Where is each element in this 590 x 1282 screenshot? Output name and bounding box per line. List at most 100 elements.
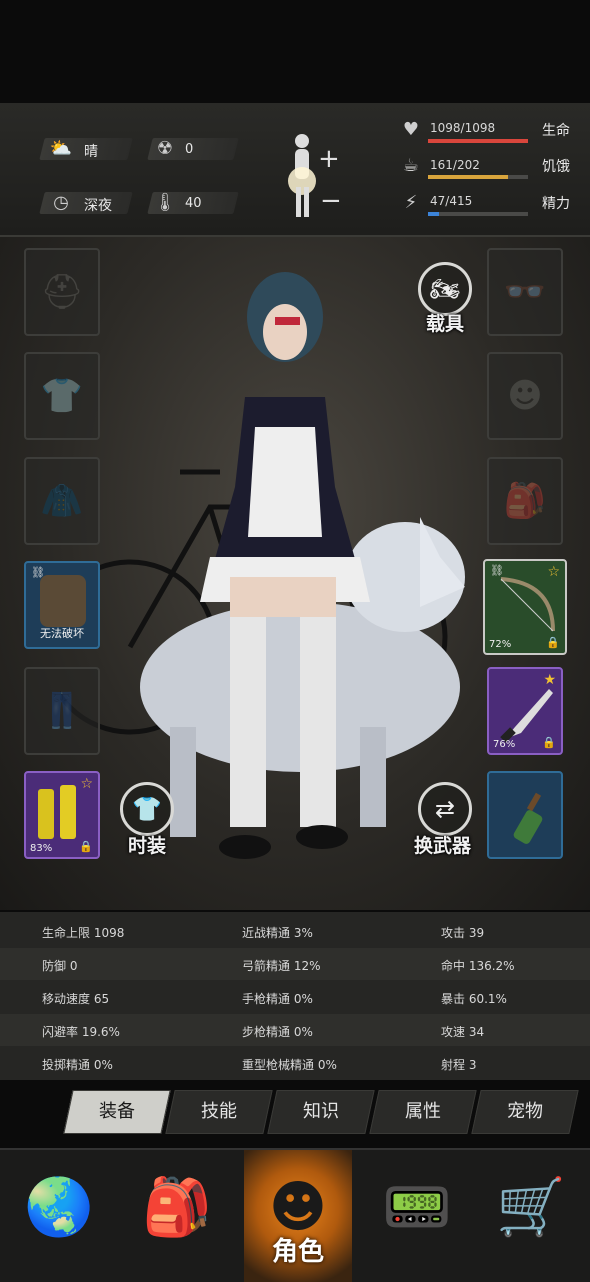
stats-row: 投掷精通 0% 重型枪械精通 0% 射程 3 [0, 1047, 590, 1079]
backpack-icon: 🎒 [142, 1175, 212, 1240]
melee-weapon-slot[interactable]: ★ 76% 🔒 [487, 667, 563, 755]
stat-cell: 防御 0 [42, 959, 78, 973]
pouch-icon: 🎒 [503, 481, 547, 521]
boot-right-icon [60, 785, 76, 839]
stats-row: 移动速度 65 手枪精通 0% 暴击 60.1% [0, 981, 590, 1013]
character-head-icon: ☻ [268, 1175, 328, 1240]
stats-row: 生命上限 1098 近战精通 3% 攻击 39 [0, 915, 590, 947]
globe-map-icon: 🌏 [24, 1175, 94, 1240]
stat-cell: 攻速 34 [441, 1025, 485, 1039]
clock-icon: ◷ [53, 192, 69, 213]
pants-slot[interactable]: 👖 [24, 667, 100, 755]
lightning-icon: ⚡ [404, 192, 418, 213]
outfit-label: 时装 [128, 835, 167, 857]
helmet-slot[interactable]: ⛑ [24, 248, 100, 336]
time-value: 深夜 [84, 198, 112, 214]
lock-icon: 🔒 [79, 840, 93, 853]
walkie-talkie-icon: 📟 [382, 1175, 452, 1240]
swap-weapon-label: 换武器 [414, 835, 472, 857]
tab-label: 宠物 [507, 1101, 543, 1122]
stomach-icon: ☕ [402, 155, 420, 176]
mask-slot[interactable]: ☻ [487, 352, 563, 440]
stat-cell: 弓箭精通 12% [242, 959, 321, 973]
jacket-slot[interactable]: 🧥 [24, 457, 100, 545]
boots-durability: 83% [30, 843, 53, 854]
temperature-value: 40 [185, 196, 202, 211]
stats-row: 闪避率 19.6% 步枪精通 0% 攻速 34 [0, 1014, 590, 1046]
stats-row: 防御 0 弓箭精通 12% 命中 136.2% [0, 948, 590, 980]
sun-cloud-icon: ⛅ [49, 138, 73, 159]
health-bar [428, 139, 528, 143]
tab-bar: 装备 技能 知识 属性 宠物 [62, 1090, 582, 1136]
tab-skills[interactable]: 技能 [165, 1090, 273, 1134]
stat-cell: 移动速度 65 [42, 992, 110, 1006]
ranged-weapon-slot[interactable]: ⛓ ☆ 72% 🔒 [483, 559, 567, 655]
molotov-icon [513, 792, 543, 844]
nav-shop-button[interactable]: 🛒 [472, 1150, 590, 1282]
star-icon: ☆ [80, 776, 93, 792]
nav-character-label: 角色 [271, 1237, 324, 1267]
tab-pets[interactable]: 宠物 [471, 1090, 579, 1134]
boot-left-icon [38, 789, 54, 839]
glasses-slot[interactable]: 👓 [487, 248, 563, 336]
hunger-value: 161/202 [430, 158, 480, 172]
stat-cell: 重型枪械精通 0% [242, 1058, 337, 1072]
nav-character-button[interactable]: ☻ 角色 [244, 1150, 352, 1282]
swap-weapon-button[interactable]: ⇄ [418, 782, 472, 836]
bow-icon [500, 577, 555, 632]
stat-cell: 命中 136.2% [441, 959, 515, 973]
energy-label: 精力 [542, 196, 570, 212]
machete-icon [500, 689, 553, 743]
tab-knowledge[interactable]: 知识 [267, 1090, 375, 1134]
tab-label: 属性 [405, 1101, 441, 1122]
stat-cell: 射程 3 [441, 1058, 477, 1072]
energy-value: 47/415 [430, 194, 473, 208]
lock-icon: 🔒 [546, 636, 560, 649]
weather-value: 晴 [84, 144, 98, 160]
heart-icon: ♥ [402, 119, 420, 140]
health-label: 生命 [542, 123, 570, 139]
energy-bar [428, 212, 528, 216]
tab-label: 知识 [303, 1101, 339, 1122]
outfit-button[interactable]: 👕 [120, 782, 174, 836]
bottom-nav: 🌏 🎒 ☻ 角色 📟 🛒 [0, 1148, 590, 1282]
tshirt-icon: 👕 [40, 376, 84, 416]
health-value: 1098/1098 [430, 121, 496, 135]
throwable-slot[interactable] [487, 771, 563, 859]
radiation-icon: ☢ [156, 138, 174, 159]
body-status-button[interactable]: + − [282, 129, 342, 221]
nav-backpack-button[interactable]: 🎒 [118, 1150, 236, 1282]
stat-cell: 步枪精通 0% [242, 1025, 313, 1039]
lock-icon: 🔒 [542, 736, 556, 749]
stat-cell: 投掷精通 0% [42, 1058, 113, 1072]
character-scene: ⛑ 👕 🧥 ⛓ 无法破坏 👖 ☆ 83% 🔒 👓 ☻ 🎒 ⛓ ☆ 72% 🔒 ★… [0, 237, 590, 910]
tab-label: 装备 [99, 1101, 135, 1122]
tab-attributes[interactable]: 属性 [369, 1090, 477, 1134]
stat-cell: 手枪精通 0% [242, 992, 313, 1006]
status-panel: ⛅ 晴 ☢ 0 ◷ 深夜 🌡 40 + − ♥ 1098/1098 生命 ☕ 1… [0, 103, 590, 237]
nav-radio-button[interactable]: 📟 [358, 1150, 476, 1282]
gas-mask-icon: ☻ [507, 376, 543, 416]
boots-slot[interactable]: ☆ 83% 🔒 [24, 771, 100, 859]
jacket-icon: 🧥 [40, 481, 84, 521]
vehicle-button[interactable]: 🏍 [418, 262, 472, 316]
backpack-slot[interactable]: ⛓ 无法破坏 [24, 561, 100, 649]
stat-cell: 生命上限 1098 [42, 926, 125, 940]
stat-cell: 近战精通 3% [242, 926, 313, 940]
thermometer-icon: 🌡 [153, 192, 177, 213]
nav-map-button[interactable]: 🌏 [0, 1150, 118, 1282]
stat-cell: 暴击 60.1% [441, 992, 507, 1006]
shopping-cart-icon: 🛒 [496, 1175, 566, 1240]
hunger-label: 饥饿 [542, 159, 570, 175]
vehicle-label: 载具 [426, 313, 465, 335]
stats-table: 生命上限 1098 近战精通 3% 攻击 39 防御 0 弓箭精通 12% 命中… [0, 912, 590, 1080]
shirt-slot[interactable]: 👕 [24, 352, 100, 440]
body-figure-icon: + − [288, 134, 342, 217]
stat-cell: 攻击 39 [441, 926, 485, 940]
glasses-icon: 👓 [503, 272, 547, 312]
tab-equipment[interactable]: 装备 [63, 1090, 171, 1134]
backpack-caption: 无法破坏 [40, 627, 84, 640]
pants-icon: 👖 [40, 691, 84, 731]
svg-text:−: − [320, 186, 342, 216]
bag-slot[interactable]: 🎒 [487, 457, 563, 545]
